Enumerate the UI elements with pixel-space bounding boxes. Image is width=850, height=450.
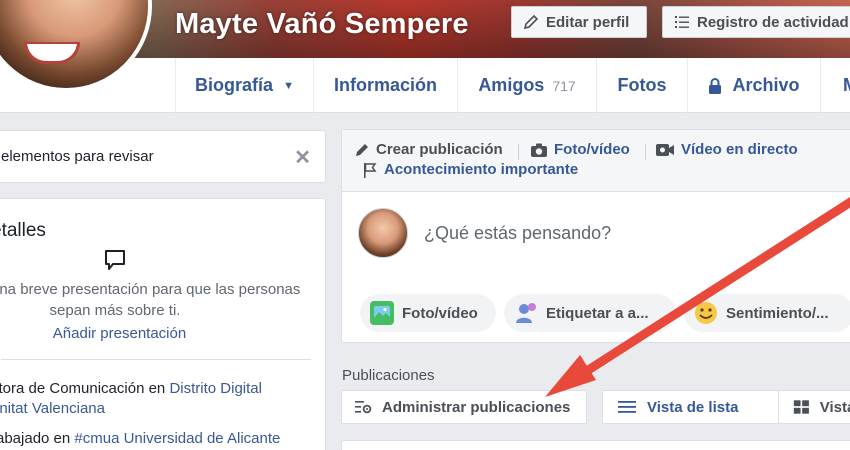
composer-header: Crear publicación Foto/vídeo Vídeo en di… (342, 130, 850, 192)
tab-more[interactable]: M (820, 58, 850, 113)
video-camera-icon (656, 143, 674, 156)
tab-friends[interactable]: Amigos 717 (457, 58, 596, 113)
live-video-label: Vídeo en directo (681, 141, 798, 158)
tag-friends-pill[interactable]: Etiquetar a a... (504, 294, 676, 332)
photo-video-action[interactable]: Foto/vídeo (530, 141, 630, 158)
tab-archive[interactable]: Archivo (687, 58, 820, 113)
profile-tab-bar: Biografía ▼ Información Amigos 717 Fotos… (0, 58, 850, 113)
tab-photos[interactable]: Fotos (596, 58, 687, 113)
activity-log-button[interactable]: Registro de actividad (662, 6, 850, 38)
avatar (358, 208, 408, 258)
grid-view-icon (793, 400, 809, 414)
presentation-hint-line2: sepan más sobre ti. (49, 302, 181, 319)
details-card: etalles una breve presentación para que … (0, 198, 326, 450)
details-title: etalles (0, 220, 46, 241)
photo-icon (370, 301, 394, 325)
photo-video-pill-label: Foto/vídeo (402, 304, 478, 322)
feeling-pill-label: Sentimiento/... (726, 304, 829, 322)
divider (645, 144, 646, 160)
life-event-label: Acontecimiento importante (384, 161, 579, 178)
caret-down-icon: ▼ (283, 79, 294, 92)
tab-archive-label: Archivo (732, 75, 800, 95)
post-composer: Crear publicación Foto/vídeo Vídeo en di… (341, 129, 850, 343)
photo-video-pill[interactable]: Foto/vídeo (360, 294, 496, 332)
posts-section-title: Publicaciones (342, 367, 435, 384)
work-line-2: unitat Valenciana (0, 399, 105, 419)
review-items-card[interactable]: elementos para revisar ✕ (0, 130, 326, 183)
add-presentation-link[interactable]: Añadir presentación (0, 325, 248, 342)
list-icon (673, 13, 691, 31)
work-2-link[interactable]: #cmua Universidad de Alicante (74, 430, 280, 447)
edit-profile-button[interactable]: Editar perfil (511, 6, 647, 38)
smiley-icon (694, 301, 718, 325)
camera-icon (531, 143, 547, 157)
photo-video-label: Foto/vídeo (554, 141, 630, 158)
tab-information-label: Información (333, 75, 437, 95)
work-line-1: ctora de Comunicación en Distrito Digita… (0, 379, 262, 399)
lock-icon (708, 77, 722, 94)
close-icon[interactable]: ✕ (294, 145, 311, 170)
tab-more-label: M (843, 75, 850, 96)
divider (518, 144, 519, 160)
pencil-icon (356, 143, 368, 156)
list-view-label: Vista de lista (647, 398, 739, 416)
review-items-text: elementos para revisar (1, 148, 154, 165)
tab-photos-label: Fotos (617, 75, 667, 95)
post-card (341, 440, 850, 450)
profile-name: Mayte Vañó Sempere (175, 8, 469, 40)
work-line-3: rabajado en #cmua Universidad de Alicant… (0, 429, 280, 449)
create-post-action[interactable]: Crear publicación (354, 141, 503, 158)
tab-biography-label: Biografía (195, 75, 274, 95)
work-2-text: rabajado en (0, 430, 71, 447)
life-event-action[interactable]: Acontecimiento importante (362, 161, 578, 178)
pencil-icon (522, 13, 540, 31)
composer-input[interactable]: ¿Qué estás pensando? (424, 223, 611, 244)
tag-friends-pill-label: Etiquetar a a... (546, 304, 649, 322)
manage-posts-button[interactable]: Administrar publicaciones (341, 390, 587, 424)
list-view-button[interactable]: Vista de lista (602, 390, 779, 424)
grid-view-label: Vista de (819, 398, 850, 416)
manage-posts-label: Administrar publicaciones (382, 398, 571, 416)
grid-view-button[interactable]: Vista de (778, 390, 850, 424)
divider (1, 359, 311, 360)
activity-log-label: Registro de actividad (697, 13, 849, 31)
work-1-link[interactable]: Distrito Digital (169, 380, 262, 397)
friends-count: 717 (552, 77, 576, 94)
presentation-hint-line1: una breve presentación para que las pers… (0, 281, 301, 298)
feeling-pill[interactable]: Sentimiento/... (684, 294, 850, 332)
tab-biography[interactable]: Biografía ▼ (175, 58, 313, 113)
list-view-icon (618, 401, 636, 413)
create-post-label: Crear publicación (376, 141, 503, 158)
tab-information[interactable]: Información (313, 58, 457, 113)
presentation-hint: una breve presentación para que las pers… (0, 279, 313, 321)
manage-icon (355, 401, 372, 414)
edit-profile-label: Editar perfil (546, 13, 630, 31)
tag-people-icon (514, 301, 538, 325)
work-1-link-cont[interactable]: unitat Valenciana (0, 400, 105, 417)
flag-icon (364, 162, 377, 178)
speech-bubble-icon (103, 248, 127, 272)
work-1-text: ctora de Comunicación en (0, 380, 170, 397)
tab-friends-label: Amigos (478, 75, 545, 95)
live-video-action[interactable]: Vídeo en directo (655, 141, 798, 158)
